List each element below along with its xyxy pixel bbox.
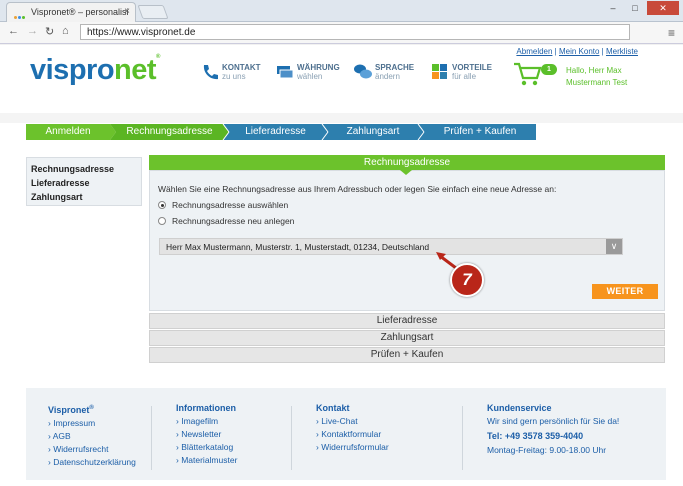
currency-icon: [277, 66, 294, 79]
window-controls: – □ ✕: [603, 1, 679, 17]
footer-col-vispronet: Vispronet® › Impressum › AGB › Widerrufs…: [48, 405, 136, 469]
checkout-steps: Anmelden Rechnungsadresse Lieferadresse …: [26, 124, 536, 140]
footer-divider: [291, 406, 292, 470]
chevron-down-icon[interactable]: ∨: [606, 239, 622, 254]
home-icon[interactable]: ⌂: [62, 25, 69, 37]
collapsed-pruefen-kaufen[interactable]: Prüfen + Kaufen: [149, 347, 665, 363]
footer-link[interactable]: › Widerrufsrecht: [48, 443, 136, 456]
reload-icon[interactable]: ↻: [45, 25, 54, 38]
browser-tabbar: Vispronet® – personalisi × – □ ✕: [0, 0, 683, 22]
user-greeting[interactable]: Hallo, Herr Max Mustermann Test: [566, 65, 627, 89]
section-title-rechnungsadresse: Rechnungsadresse: [149, 155, 665, 170]
my-account-link[interactable]: Mein Konto: [559, 47, 599, 56]
footer-link[interactable]: › Impressum: [48, 417, 136, 430]
close-window-button[interactable]: ✕: [647, 1, 679, 15]
cart-icon[interactable]: [513, 61, 543, 87]
site-footer: Vispronet® › Impressum › AGB › Widerrufs…: [26, 388, 666, 480]
checkout-sidebar: Rechnungsadresse Lieferadresse Zahlungsa…: [26, 157, 142, 206]
footer-link[interactable]: › Blätterkatalog: [176, 441, 237, 454]
address-select[interactable]: Herr Max Mustermann, Musterstr. 1, Muste…: [159, 238, 623, 255]
footer-link[interactable]: › Datenschutzerklärung: [48, 456, 136, 469]
step-zahlungsart[interactable]: Zahlungsart: [328, 124, 418, 140]
radio-new-address[interactable]: Rechnungsadresse neu anlegen: [158, 216, 294, 228]
footer-link[interactable]: › Live-Chat: [316, 415, 389, 428]
puzzle-icon: [432, 64, 447, 79]
footer-link[interactable]: › AGB: [48, 430, 136, 443]
footer-link[interactable]: › Materialmuster: [176, 454, 237, 467]
phone-icon: [203, 65, 218, 80]
service-phone[interactable]: Tel: +49 3578 359-4040: [487, 428, 619, 444]
footer-link[interactable]: › Kontaktformular: [316, 428, 389, 441]
tab-close-icon[interactable]: ×: [124, 6, 130, 17]
account-links: Abmelden | Mein Konto | Merkliste: [516, 47, 638, 56]
new-tab-button[interactable]: [137, 5, 169, 19]
sidebar-item-zahlungsart[interactable]: Zahlungsart: [31, 190, 137, 204]
tab-title: Vispronet® – personalisi: [31, 7, 129, 17]
url-input[interactable]: https://www.vispronet.de: [80, 24, 630, 40]
collapsed-zahlungsart[interactable]: Zahlungsart: [149, 330, 665, 346]
vispronet-logo[interactable]: vispronet®: [30, 54, 160, 87]
collapsed-lieferadresse[interactable]: Lieferadresse: [149, 313, 665, 329]
favicon-icon: [14, 11, 26, 19]
maximize-button[interactable]: □: [625, 1, 645, 15]
weiter-button[interactable]: WEITER: [592, 284, 658, 299]
cart-count-badge: 1: [541, 64, 557, 75]
site-header: vispronet® Abmelden | Mein Konto | Merkl…: [0, 45, 683, 113]
footer-col-kundenservice: Kundenservice Wir sind gern persönlich f…: [487, 403, 620, 455]
footer-link[interactable]: › Imagefilm: [176, 415, 237, 428]
wishlist-link[interactable]: Merkliste: [606, 47, 638, 56]
footer-col-kontakt: Kontakt › Live-Chat › Kontaktformular › …: [316, 403, 389, 454]
footer-col-informationen: Informationen › Imagefilm › Newsletter ›…: [176, 403, 238, 467]
footer-divider: [151, 406, 152, 470]
logout-link[interactable]: Abmelden: [516, 47, 552, 56]
radio-checked-icon[interactable]: [158, 201, 166, 209]
divider-strip: [0, 113, 683, 123]
forward-arrow-icon[interactable]: →: [27, 25, 38, 37]
footer-link[interactable]: › Newsletter: [176, 428, 237, 441]
footer-divider: [462, 406, 463, 470]
speech-bubbles-icon: [354, 64, 372, 79]
step-rechnungsadresse[interactable]: Rechnungsadresse: [116, 124, 223, 140]
sidebar-item-rechnungsadresse[interactable]: Rechnungsadresse: [31, 162, 137, 176]
annotation-badge: 7: [450, 263, 484, 297]
intro-text: Wählen Sie eine Rechnungsadresse aus Ihr…: [158, 184, 557, 194]
step-anmelden[interactable]: Anmelden: [26, 124, 110, 140]
page: vispronet® Abmelden | Mein Konto | Merkl…: [0, 45, 683, 486]
back-arrow-icon[interactable]: ←: [8, 25, 19, 37]
address-bar: ← → ↻ ⌂ https://www.vispronet.de ≡: [0, 22, 683, 44]
billing-address-panel: Wählen Sie eine Rechnungsadresse aus Ihr…: [149, 170, 665, 311]
minimize-button[interactable]: –: [603, 1, 623, 15]
browser-tab[interactable]: Vispronet® – personalisi ×: [6, 2, 136, 22]
step-lieferadresse[interactable]: Lieferadresse: [229, 124, 322, 140]
radio-select-address[interactable]: Rechnungsadresse auswählen: [158, 200, 288, 212]
sidebar-item-lieferadresse[interactable]: Lieferadresse: [31, 176, 137, 190]
section-notch: [400, 170, 412, 175]
radio-unchecked-icon[interactable]: [158, 217, 166, 225]
browser-menu-icon[interactable]: ≡: [668, 26, 675, 40]
step-pruefen-kaufen[interactable]: Prüfen + Kaufen: [424, 124, 536, 140]
footer-link[interactable]: › Widerrufsformular: [316, 441, 389, 454]
